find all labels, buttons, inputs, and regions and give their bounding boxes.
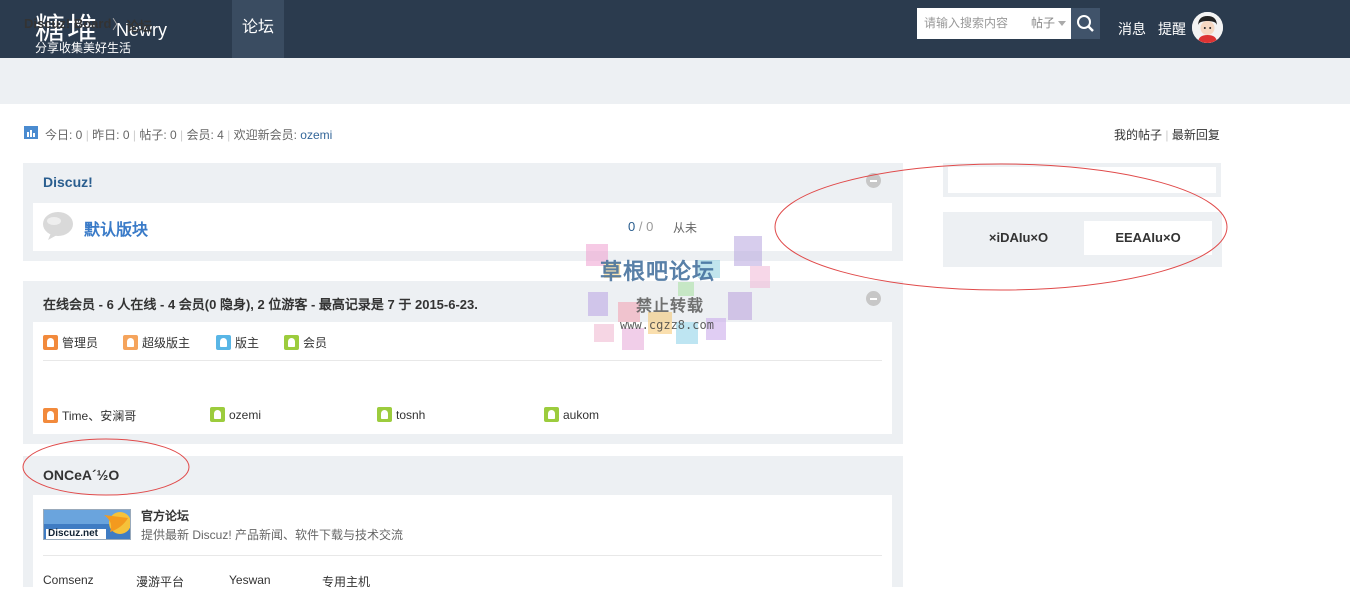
watermark-subtitle: 禁止转载 bbox=[636, 298, 705, 315]
user-avatar-icon bbox=[1192, 12, 1223, 43]
forum-icon bbox=[42, 211, 74, 244]
forum-stats: 今日: 0 | 昨日: 0 | 帖子: 0 | 会员: 4 | 欢迎新会员: o… bbox=[45, 128, 333, 142]
sidebar-panel-top bbox=[948, 167, 1216, 193]
official-forum-desc: 提供最新 Discuz! 产品新闻、软件下载与技术交流 bbox=[141, 528, 404, 542]
quick-links: 我的帖子 | 最新回复 bbox=[1114, 128, 1220, 142]
search-button[interactable] bbox=[1071, 8, 1100, 39]
chevron-down-icon bbox=[1058, 21, 1067, 27]
divider bbox=[43, 360, 882, 361]
sidebar-button-2[interactable]: EEAAIu×O bbox=[1084, 221, 1212, 255]
discuz-logo-text: Discuz.net bbox=[48, 528, 99, 539]
newest-member-link[interactable]: ozemi bbox=[300, 128, 332, 142]
collapse-icon[interactable] bbox=[866, 291, 881, 306]
legend-mod: 版主 bbox=[216, 334, 259, 351]
online-member[interactable]: aukom bbox=[544, 407, 599, 422]
top-navbar bbox=[0, 0, 1350, 58]
reminders-link[interactable]: 提醒 bbox=[1158, 19, 1186, 39]
text-link[interactable]: 专用主机 bbox=[322, 573, 370, 590]
legend-admin: 管理员 bbox=[43, 334, 98, 351]
online-member[interactable]: Time、安澜哥 bbox=[43, 407, 136, 424]
user-mod-icon bbox=[216, 335, 231, 350]
online-member[interactable]: tosnh bbox=[377, 407, 425, 422]
site-tagline: 分享收集美好生活 bbox=[35, 41, 132, 55]
user-member-icon bbox=[284, 335, 299, 350]
stat-welcome: 欢迎新会员: bbox=[233, 128, 301, 142]
stat-members: 会员: 4 bbox=[186, 128, 224, 142]
user-member-icon bbox=[377, 407, 392, 422]
online-member[interactable]: ozemi bbox=[210, 407, 261, 422]
collapse-icon[interactable] bbox=[866, 173, 881, 188]
search-type-select[interactable]: 帖子 bbox=[1023, 8, 1071, 39]
breadcrumb-current[interactable]: 论坛 bbox=[126, 16, 152, 35]
stats-chart-icon bbox=[24, 126, 38, 139]
legend-super-mod: 超级版主 bbox=[123, 334, 190, 351]
nav-tab-forum[interactable]: 论坛 bbox=[232, 0, 284, 58]
avatar[interactable] bbox=[1192, 12, 1223, 43]
online-members-summary: - 6 人在线 - 4 会员(0 隐身), 2 位游客 - 最高记录是 7 于 … bbox=[95, 297, 478, 312]
user-admin-icon bbox=[43, 335, 58, 350]
breadcrumb-home[interactable]: Discuz! Board bbox=[24, 16, 111, 31]
user-admin-icon bbox=[43, 408, 58, 423]
legend-member: 会员 bbox=[284, 334, 327, 351]
user-member-icon bbox=[210, 407, 225, 422]
breadcrumb-separator: 〉 bbox=[112, 17, 126, 32]
watermark-url: www.cgzz8.com bbox=[620, 318, 714, 332]
sidebar-button-1[interactable]: ×iDAIu×O bbox=[955, 221, 1082, 255]
text-link[interactable]: Comsenz bbox=[43, 573, 94, 587]
search-input[interactable]: 请输入搜索内容 bbox=[917, 8, 1023, 39]
user-member-icon bbox=[544, 407, 559, 422]
forum-name-link[interactable]: 默认版块 bbox=[84, 216, 148, 240]
user-supermod-icon bbox=[123, 335, 138, 350]
online-members-title[interactable]: 在线会员 bbox=[43, 297, 95, 312]
my-posts-link[interactable]: 我的帖子 bbox=[1114, 128, 1162, 142]
official-forum-link[interactable]: 官方论坛 bbox=[141, 507, 189, 524]
watermark-title: 草根吧论坛 bbox=[600, 259, 716, 284]
stat-yesterday: 昨日: 0 bbox=[92, 128, 130, 142]
category-title[interactable]: Discuz! bbox=[43, 174, 93, 190]
online-members-header: 在线会员 - 6 人在线 - 4 会员(0 隐身), 2 位游客 - 最高记录是… bbox=[43, 294, 478, 313]
search-icon bbox=[1077, 15, 1094, 32]
search-type-label: 帖子 bbox=[1031, 16, 1056, 30]
latest-replies-link[interactable]: 最新回复 bbox=[1172, 128, 1220, 142]
divider bbox=[43, 555, 882, 556]
breadcrumb bbox=[0, 58, 1350, 104]
discuz-logo-link[interactable]: Discuz.net bbox=[43, 509, 131, 540]
stat-posts: 帖子: 0 bbox=[139, 128, 177, 142]
text-link[interactable]: Yeswan bbox=[229, 573, 271, 587]
stat-today: 今日: 0 bbox=[45, 128, 83, 142]
text-link[interactable]: 漫游平台 bbox=[136, 573, 184, 590]
messages-link[interactable]: 消息 bbox=[1118, 19, 1146, 39]
friend-links-title: ONCeA´½O bbox=[43, 467, 120, 483]
